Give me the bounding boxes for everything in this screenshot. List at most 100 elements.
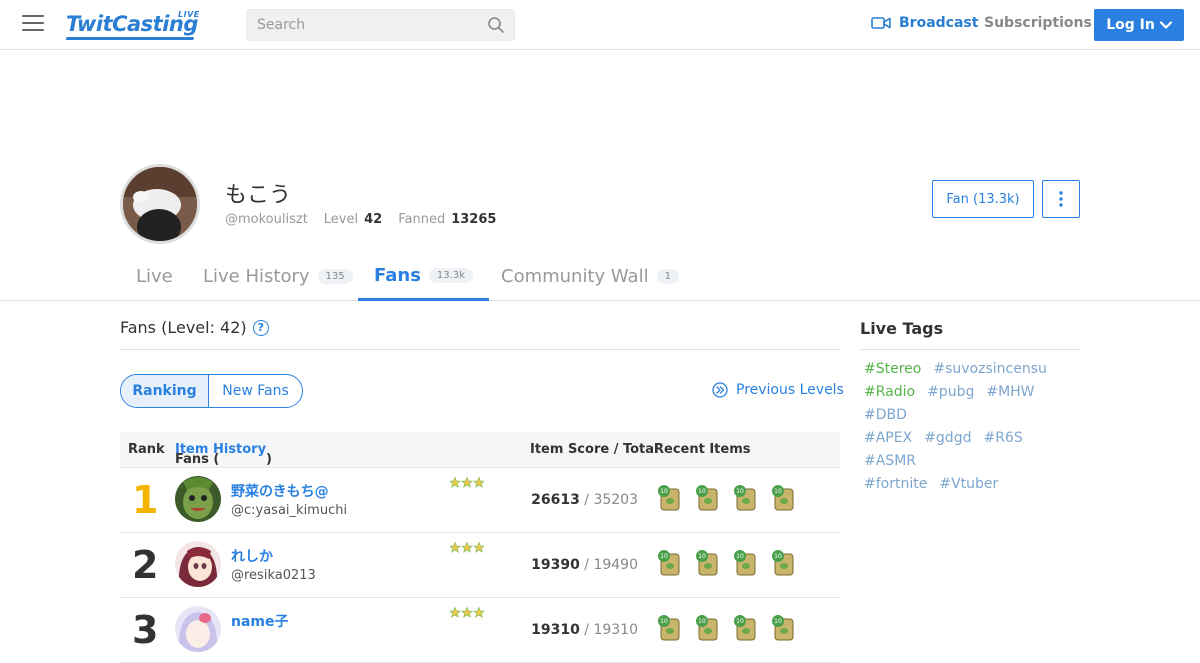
tab-label: Fans	[374, 264, 421, 286]
svg-text:10: 10	[774, 488, 782, 495]
previous-levels-link[interactable]: Previous Levels	[712, 382, 844, 398]
item-score: 26613 / 35203	[531, 492, 638, 508]
chevron-down-icon	[1159, 21, 1172, 29]
live-tag[interactable]: #DBD	[864, 404, 907, 427]
hamburger-menu-icon[interactable]	[22, 15, 44, 35]
svg-text:10: 10	[698, 618, 706, 625]
search-icon[interactable]	[487, 16, 505, 34]
tea-cup-item-icon[interactable]: 10	[770, 483, 796, 513]
tab-count-badge: 13.3k	[428, 267, 473, 283]
tab-fans[interactable]: Fans 13.3k	[358, 252, 489, 301]
live-tag[interactable]: #Stereo	[864, 358, 921, 381]
tab-live-history[interactable]: Live History 135	[187, 252, 369, 301]
ranking-toggle[interactable]: Ranking	[121, 375, 209, 407]
fans-section-title: Fans (Level: 42) ?	[120, 318, 269, 337]
profile-name: もこう	[225, 183, 292, 208]
svg-text:10: 10	[774, 618, 782, 625]
tea-cup-item-icon[interactable]: 10	[656, 613, 682, 643]
table-row: 1 野菜のきもち@ @c:yasai_kimuchi 26613 / 35203…	[120, 468, 840, 533]
tea-cup-item-icon[interactable]: 10	[732, 548, 758, 578]
profile-meta: @mokouliszt Level 42 Fanned 13265	[225, 212, 496, 227]
item-score: 19310 / 19310	[531, 622, 638, 638]
broadcast-link[interactable]: Broadcast	[871, 15, 978, 31]
live-tags-title: Live Tags	[860, 319, 944, 338]
search-box	[246, 9, 515, 41]
more-options-button[interactable]	[1042, 180, 1080, 218]
live-tag[interactable]: #pubg	[927, 381, 974, 404]
rank-column-header: Rank	[128, 442, 165, 457]
recent-items: 10 10 10 10	[656, 483, 796, 513]
profile-level: Level 42	[324, 212, 382, 227]
video-camera-icon	[871, 17, 891, 29]
item-score-value: 26613	[531, 492, 580, 508]
tea-cup-item-icon[interactable]: 10	[694, 548, 720, 578]
fans-column-header: Fans (Item History)	[175, 442, 272, 467]
live-tag[interactable]: #gdgd	[924, 427, 971, 450]
profile-fanned: Fanned 13265	[398, 212, 496, 227]
live-tag[interactable]: #Vtuber	[939, 473, 998, 496]
score-column-header: Item Score / Total	[530, 442, 659, 457]
live-tag[interactable]: #ASMR	[864, 450, 916, 473]
section-divider	[120, 349, 840, 350]
live-tag[interactable]: #fortnite	[864, 473, 927, 496]
profile-tabs: Live Live History 135 Fans 13.3k Communi…	[0, 252, 1200, 301]
svg-text:10: 10	[660, 488, 668, 495]
fans-table-header: Rank Fans (Item History) Item Score / To…	[120, 432, 840, 468]
fanned-value: 13265	[451, 212, 497, 227]
tab-count-badge: 1	[656, 269, 679, 284]
vertical-dots-icon	[1059, 191, 1063, 207]
logo-live-badge: LIVE	[178, 10, 200, 19]
fanned-label: Fanned	[398, 212, 446, 227]
fan-name-link[interactable]: name子	[231, 611, 289, 631]
item-score-total: / 35203	[584, 492, 638, 508]
tab-community-wall[interactable]: Community Wall 1	[485, 252, 695, 301]
fan-name-link[interactable]: れしか	[231, 546, 273, 566]
rank-stars-icon	[450, 607, 484, 618]
fan-avatar[interactable]	[175, 606, 221, 652]
top-navigation-bar: TwitCasting LIVE Broadcast Subscriptions…	[0, 0, 1200, 50]
svg-text:10: 10	[736, 488, 744, 495]
tea-cup-item-icon[interactable]: 10	[770, 613, 796, 643]
tea-cup-item-icon[interactable]: 10	[770, 548, 796, 578]
tab-label: Live History	[203, 266, 310, 287]
tea-cup-item-icon[interactable]: 10	[694, 613, 720, 643]
live-tag[interactable]: #suvozsincensu	[933, 358, 1047, 381]
recent-items: 10 10 10 10	[656, 548, 796, 578]
rank-stars-icon	[450, 542, 484, 553]
fans-column-suffix: )	[266, 452, 272, 467]
fan-name-link[interactable]: 野菜のきもち@	[231, 481, 329, 501]
live-tag[interactable]: #Radio	[864, 381, 915, 404]
logo-underline	[65, 37, 195, 40]
svg-text:10: 10	[660, 618, 668, 625]
recent-items-column-header: Recent Items	[654, 442, 751, 457]
live-tag[interactable]: #MHW	[986, 381, 1034, 404]
tab-count-badge: 135	[317, 269, 353, 284]
sidebar-divider	[860, 349, 1080, 350]
login-label: Log In	[1106, 17, 1155, 33]
fans-column-prefix: Fans (	[175, 452, 220, 467]
svg-text:10: 10	[698, 488, 706, 495]
new-fans-toggle[interactable]: New Fans	[209, 375, 302, 407]
tab-label: Live	[136, 266, 173, 287]
rank-number: 3	[132, 608, 159, 652]
tea-cup-item-icon[interactable]: 10	[656, 483, 682, 513]
fan-avatar[interactable]	[175, 541, 221, 587]
fans-title-text: Fans (Level: 42)	[120, 318, 247, 337]
subscriptions-link[interactable]: Subscriptions	[984, 15, 1092, 31]
svg-text:10: 10	[698, 553, 706, 560]
login-button[interactable]: Log In	[1094, 9, 1184, 41]
tea-cup-item-icon[interactable]: 10	[656, 548, 682, 578]
live-tag[interactable]: #R6S	[983, 427, 1022, 450]
fan-avatar[interactable]	[175, 476, 221, 522]
live-tag[interactable]: #APEX	[864, 427, 912, 450]
fan-button[interactable]: Fan (13.3k)	[932, 180, 1034, 218]
rank-stars-icon	[450, 477, 484, 488]
help-icon[interactable]: ?	[252, 319, 269, 336]
item-score-total: / 19490	[584, 557, 638, 573]
item-score-value: 19390	[531, 557, 580, 573]
tea-cup-item-icon[interactable]: 10	[694, 483, 720, 513]
tab-live[interactable]: Live	[120, 252, 189, 301]
tea-cup-item-icon[interactable]: 10	[732, 613, 758, 643]
tea-cup-item-icon[interactable]: 10	[732, 483, 758, 513]
search-input[interactable]	[247, 10, 467, 40]
